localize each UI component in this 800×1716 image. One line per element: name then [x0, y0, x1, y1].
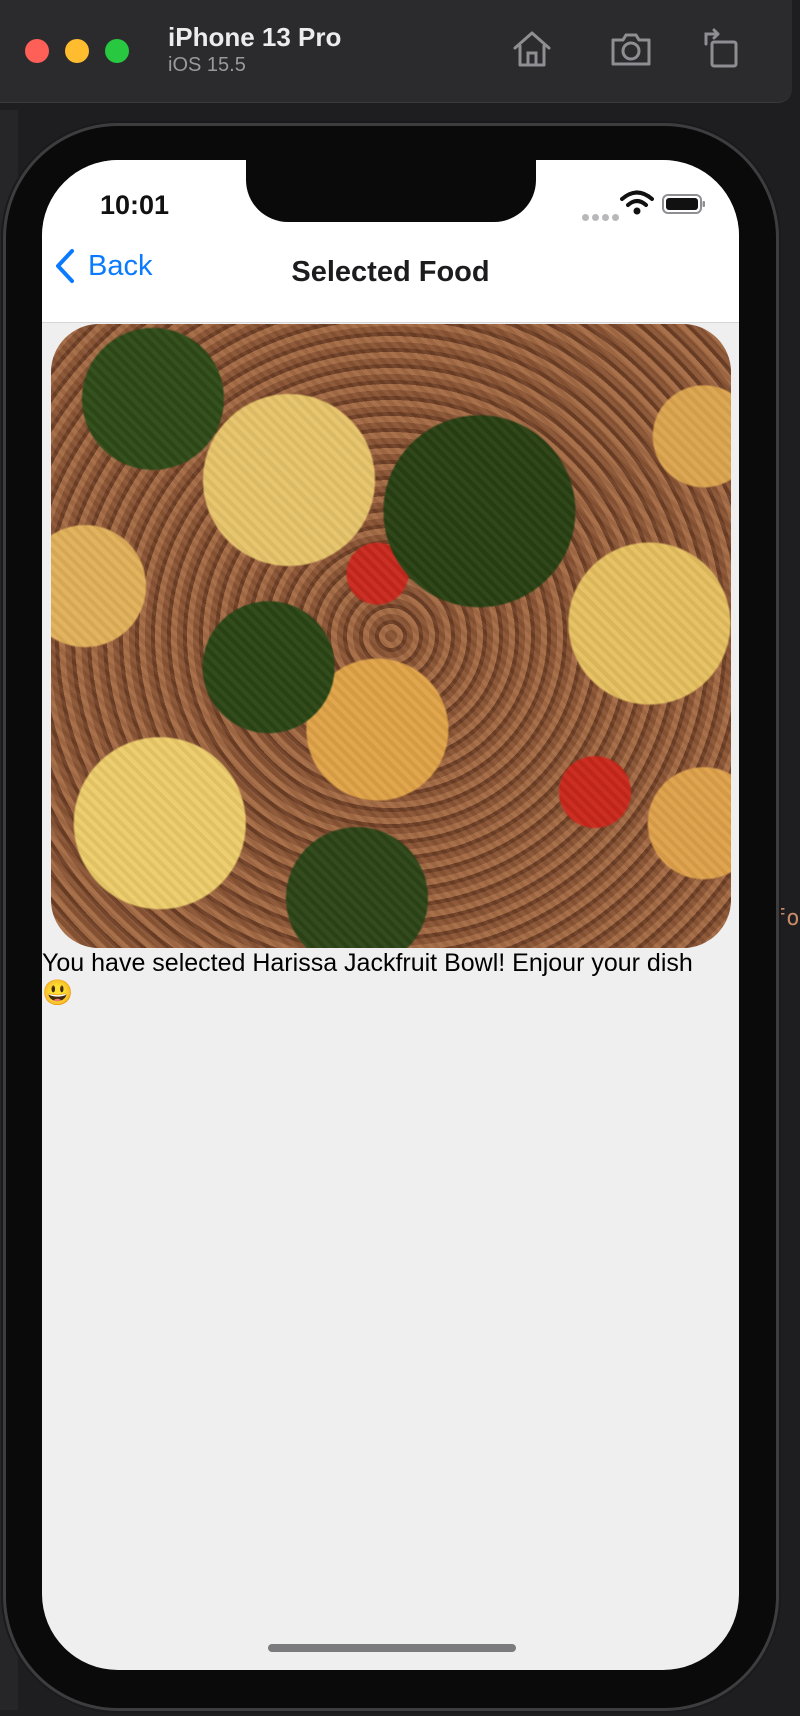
device-name: iPhone 13 Pro — [168, 22, 342, 52]
navigation-bar: Back Selected Food — [42, 222, 739, 323]
simulator-title-bar: iPhone 13 Pro iOS 15.5 — [0, 0, 792, 103]
os-version: iOS 15.5 — [168, 54, 246, 76]
close-window-button[interactable] — [25, 39, 49, 63]
page-title: Selected Food — [291, 256, 490, 288]
home-icon[interactable] — [507, 24, 557, 74]
home-indicator[interactable] — [268, 1644, 516, 1652]
food-photo — [51, 324, 731, 948]
selection-message: You have selected Harissa Jackfruit Bowl… — [42, 949, 693, 1007]
camera-icon[interactable] — [606, 24, 656, 74]
zoom-window-button[interactable] — [105, 39, 129, 63]
minimize-window-button[interactable] — [65, 39, 89, 63]
rotate-icon[interactable] — [697, 24, 747, 74]
editor-code-fragment-right: fo — [773, 906, 800, 931]
device-screen: 10:01 Back Selected Food You have select… — [42, 160, 739, 1670]
battery-icon — [662, 194, 705, 214]
status-time: 10:01 — [100, 190, 170, 220]
device-notch — [246, 160, 536, 222]
wifi-icon — [620, 190, 654, 215]
